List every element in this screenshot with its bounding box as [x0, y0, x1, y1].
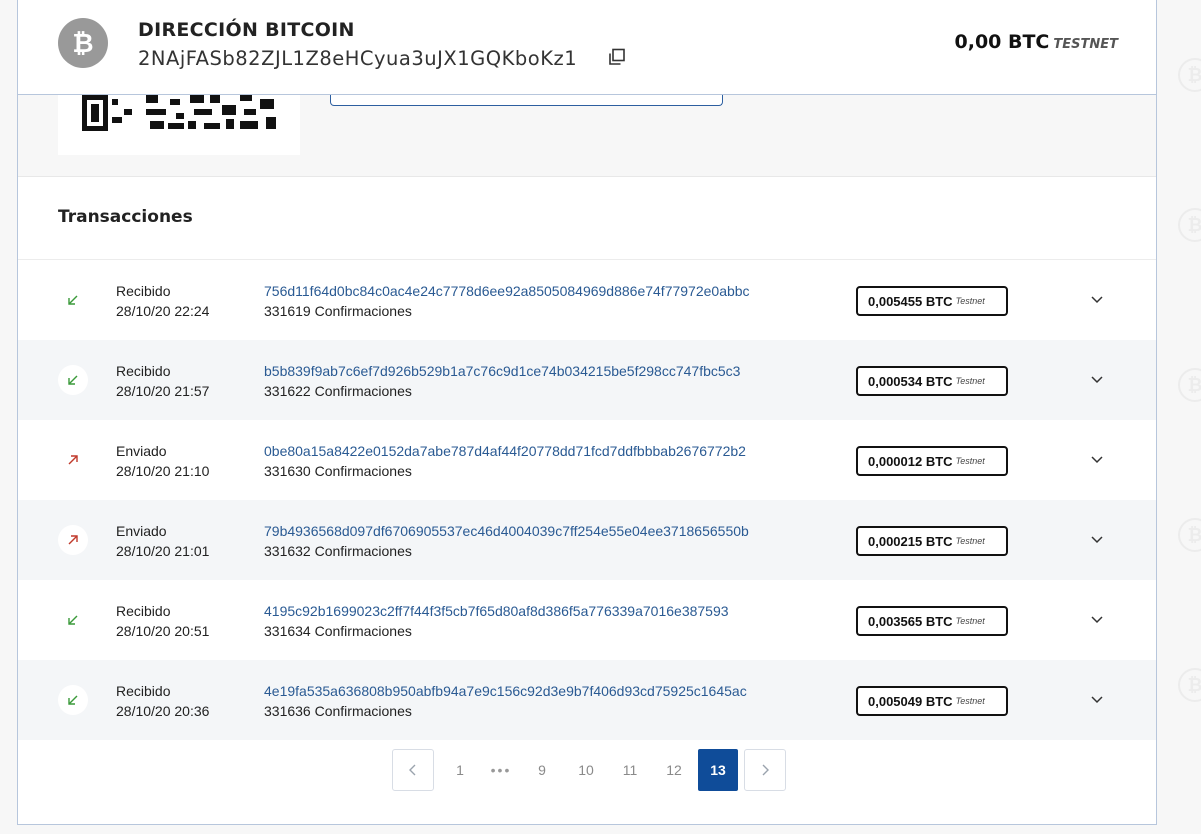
bitcoin-watermark-icon: ₿: [1178, 58, 1201, 92]
expand-button[interactable]: [1087, 450, 1107, 470]
transaction-date: 28/10/20 21:01: [116, 543, 210, 559]
transaction-amount-badge: 0,005455 BTC Testnet: [856, 286, 1008, 316]
received-arrow-icon: [58, 365, 88, 395]
page-button-1[interactable]: 1: [438, 749, 482, 791]
transaction-network: Testnet: [955, 616, 985, 626]
chevron-right-icon: [762, 764, 769, 776]
transaction-confirmations: 331619 Confirmaciones: [264, 303, 412, 319]
transaction-date: 28/10/20 20:51: [116, 623, 210, 639]
chevron-down-icon: [1091, 456, 1103, 464]
chevron-down-icon: [1091, 696, 1103, 704]
expand-button[interactable]: [1087, 290, 1107, 310]
transaction-row[interactable]: Recibido 28/10/20 20:51 4195c92b1699023c2f…: [18, 580, 1156, 660]
transaction-confirmations: 331630 Confirmaciones: [264, 463, 412, 479]
received-arrow-icon: [58, 605, 88, 635]
transaction-amount-badge: 0,003565 BTC Testnet: [856, 606, 1008, 636]
bitcoin-watermark-icon: ₿: [1178, 518, 1201, 552]
chevron-left-icon: [409, 764, 416, 776]
pagination-ellipsis: •••: [490, 762, 512, 778]
bitcoin-watermark-icon: ₿: [1178, 208, 1201, 242]
transaction-network: Testnet: [955, 696, 985, 706]
transaction-hash-link[interactable]: 756d11f64d0bc84c0ac4e24c7778d6ee92a85050…: [264, 283, 750, 299]
received-arrow-icon: [58, 285, 88, 315]
transaction-hash-link[interactable]: 79b4936568d097df6706905537ec46d4004039c7…: [264, 523, 749, 539]
transaction-network: Testnet: [955, 296, 985, 306]
transaction-amount: 0,005455 BTC: [868, 293, 953, 309]
page-button-13[interactable]: 13: [698, 749, 738, 791]
transaction-hash-link[interactable]: 4e19fa535a636808b950abfb94a7e9c156c92d3e…: [264, 683, 747, 699]
received-arrow-icon: [58, 685, 88, 715]
qr-code: [58, 95, 300, 155]
chevron-down-icon: [1091, 376, 1103, 384]
transaction-amount-badge: 0,005049 BTC Testnet: [856, 686, 1008, 716]
transaction-amount-badge: 0,000215 BTC Testnet: [856, 526, 1008, 556]
transaction-row[interactable]: Recibido 28/10/20 20:36 4e19fa535a636808b9…: [18, 660, 1156, 740]
transaction-confirmations: 331622 Confirmaciones: [264, 383, 412, 399]
bitcoin-address: 2NAjFASb82ZJL1Z8eHCyua3uJX1GQKboKz1: [138, 47, 578, 70]
transaction-network: Testnet: [955, 376, 985, 386]
transaction-date: 28/10/20 22:24: [116, 303, 210, 319]
bitcoin-watermark-icon: ₿: [1178, 368, 1201, 402]
next-page-button[interactable]: [744, 749, 786, 791]
transaction-amount: 0,000215 BTC: [868, 533, 953, 549]
transaction-confirmations: 331634 Confirmaciones: [264, 623, 412, 639]
chevron-down-icon: [1091, 296, 1103, 304]
transaction-hash-link[interactable]: 4195c92b1699023c2ff7f44f3f5cb7f65d80af8d…: [264, 603, 729, 619]
expand-button[interactable]: [1087, 610, 1107, 630]
address-header: ₿ DIRECCIÓN BITCOIN 2NAjFASb82ZJL1Z8eHCy…: [18, 0, 1156, 95]
transaction-amount: 0,000534 BTC: [868, 373, 953, 389]
transaction-type: Recibido: [116, 283, 171, 299]
transaction-row[interactable]: Recibido 28/10/20 22:24 756d11f64d0bc84c0a…: [18, 260, 1156, 340]
balance: 0,00 BTC TESTNET: [955, 31, 1119, 53]
balance-amount: 0,00 BTC: [954, 31, 1050, 53]
page-button-12[interactable]: 12: [652, 749, 696, 791]
qr-code-image: [82, 95, 276, 131]
transaction-confirmations: 331632 Confirmaciones: [264, 543, 412, 559]
transaction-hash-link[interactable]: 0be80a15a8422e0152da7abe787d4af44f20778d…: [264, 443, 746, 459]
copy-icon[interactable]: [608, 48, 626, 66]
bitcoin-icon: ₿: [58, 18, 108, 68]
chevron-down-icon: [1091, 616, 1103, 624]
page-numbers: 1 ••• 9 10 11 12 13: [438, 749, 740, 791]
bitcoin-watermark-icon: ₿: [1178, 668, 1201, 702]
transaction-list: Recibido 28/10/20 22:24 756d11f64d0bc84c0a…: [18, 259, 1156, 740]
expand-button[interactable]: [1087, 530, 1107, 550]
transactions-title: Transacciones: [58, 207, 193, 227]
transaction-type: Enviado: [116, 443, 167, 459]
transaction-amount: 0,003565 BTC: [868, 613, 953, 629]
pagination: 1 ••• 9 10 11 12 13: [392, 749, 786, 791]
expand-button[interactable]: [1087, 690, 1107, 710]
transaction-type: Enviado: [116, 523, 167, 539]
sent-arrow-icon: [58, 525, 88, 555]
transaction-row[interactable]: Enviado 28/10/20 21:01 79b4936568d097df670…: [18, 500, 1156, 580]
transaction-amount: 0,000012 BTC: [868, 453, 953, 469]
transaction-type: Recibido: [116, 683, 171, 699]
address-card: ₿ DIRECCIÓN BITCOIN 2NAjFASb82ZJL1Z8eHCy…: [17, 0, 1157, 825]
transaction-date: 28/10/20 21:10: [116, 463, 210, 479]
network-badge: TESTNET: [1053, 37, 1118, 52]
transaction-amount-badge: 0,000012 BTC Testnet: [856, 446, 1008, 476]
expand-button[interactable]: [1087, 370, 1107, 390]
transaction-hash-link[interactable]: b5b839f9ab7c6ef7d926b529b1a7c76c9d1ce74b…: [264, 363, 740, 379]
transaction-network: Testnet: [955, 456, 985, 466]
sent-arrow-icon: [58, 445, 88, 475]
transaction-amount: 0,005049 BTC: [868, 693, 953, 709]
transaction-row[interactable]: Enviado 28/10/20 21:10 0be80a15a8422e0152d…: [18, 420, 1156, 500]
page-button-10[interactable]: 10: [564, 749, 608, 791]
transaction-confirmations: 331636 Confirmaciones: [264, 703, 412, 719]
transaction-row[interactable]: Recibido 28/10/20 21:57 b5b839f9ab7c6ef7d9…: [18, 340, 1156, 420]
page-button-11[interactable]: 11: [608, 749, 652, 791]
chevron-down-icon: [1091, 536, 1103, 544]
prev-page-button[interactable]: [392, 749, 434, 791]
page-button-9[interactable]: 9: [520, 749, 564, 791]
transaction-date: 28/10/20 21:57: [116, 383, 210, 399]
transaction-date: 28/10/20 20:36: [116, 703, 210, 719]
transaction-amount-badge: 0,000534 BTC Testnet: [856, 366, 1008, 396]
transaction-network: Testnet: [955, 536, 985, 546]
transaction-type: Recibido: [116, 603, 171, 619]
transaction-type: Recibido: [116, 363, 171, 379]
qr-section: [18, 91, 1156, 177]
page-title: DIRECCIÓN BITCOIN: [138, 19, 355, 41]
